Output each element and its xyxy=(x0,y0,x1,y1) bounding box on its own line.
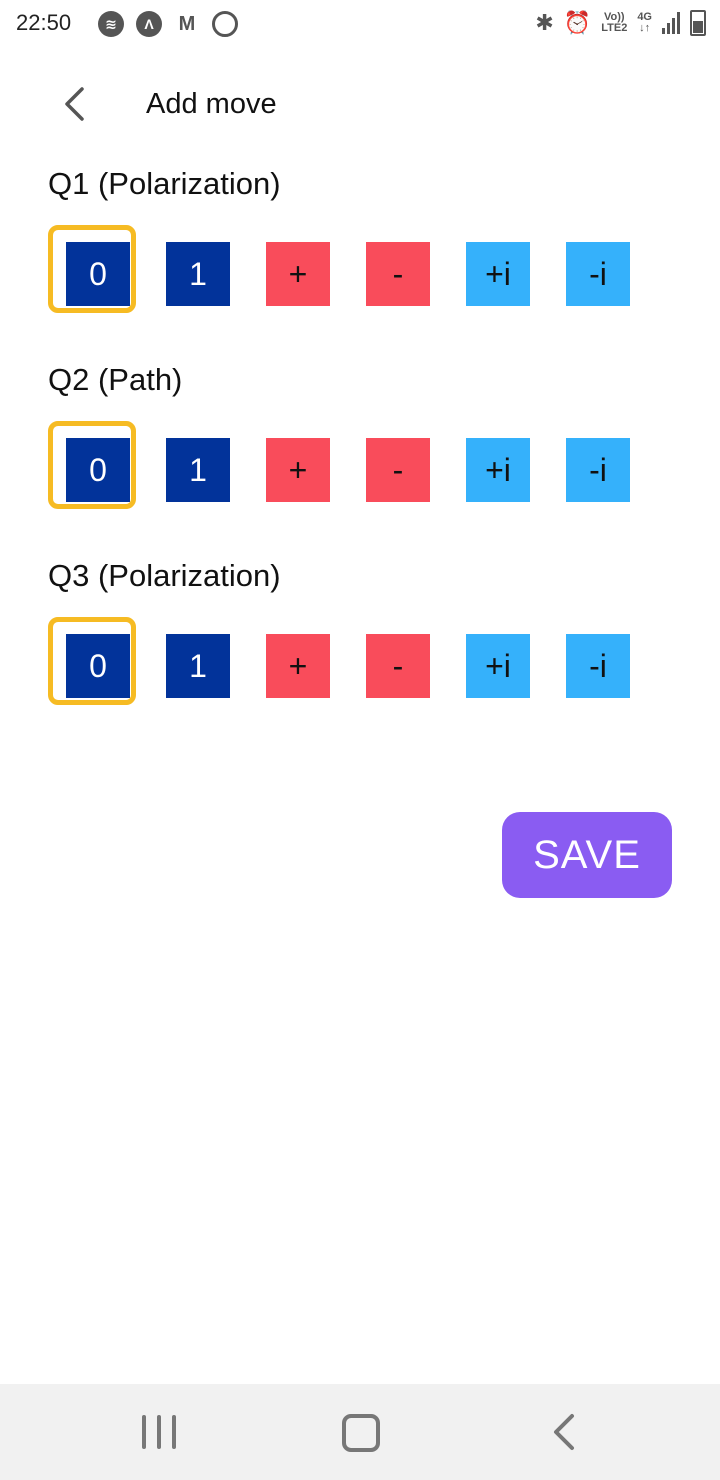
q3-option-plus[interactable]: + xyxy=(266,634,330,698)
4g-icon: 4G ↓↑ xyxy=(637,12,652,34)
q2-option-minus-i[interactable]: -i xyxy=(566,438,630,502)
volte-icon: Vo)) LTE2 xyxy=(601,12,627,34)
section-title-q1: Q1 (Polarization) xyxy=(48,166,281,201)
bluetooth-icon: ✱ xyxy=(535,10,554,35)
alarm-icon: ⏰ xyxy=(563,10,592,35)
q3-option-0[interactable]: 0 xyxy=(66,634,130,698)
q2-option-plus[interactable]: + xyxy=(266,438,330,502)
network-bottom-text: ↓↑ xyxy=(639,22,651,34)
q3-option-plus-i[interactable]: +i xyxy=(466,634,530,698)
save-button[interactable]: SAVE xyxy=(502,812,672,898)
q1-option-0[interactable]: 0 xyxy=(66,242,130,306)
q1-option-minus-i[interactable]: -i xyxy=(566,242,630,306)
spotify-icon: ≋ xyxy=(98,11,124,37)
nav-back-icon[interactable] xyxy=(546,1412,582,1452)
page-title: Add move xyxy=(146,88,277,120)
volte-bottom-text: LTE2 xyxy=(601,22,628,34)
q3-option-1[interactable]: 1 xyxy=(166,634,230,698)
status-bar: 22:50 ≋ Λ M ✱ ⏰ Vo)) LTE2 4G ↓↑ xyxy=(0,0,720,50)
status-right-icons: ✱ ⏰ Vo)) LTE2 4G ↓↑ xyxy=(535,10,706,36)
q2-option-minus[interactable]: - xyxy=(366,438,430,502)
hotspot-icon xyxy=(212,11,238,37)
arrow-app-icon: Λ xyxy=(136,11,162,37)
section-title-q3: Q3 (Polarization) xyxy=(48,558,281,593)
q2-option-0[interactable]: 0 xyxy=(66,438,130,502)
q2-option-plus-i[interactable]: +i xyxy=(466,438,530,502)
section-title-q2: Q2 (Path) xyxy=(48,362,183,397)
recents-icon[interactable] xyxy=(142,1415,176,1449)
q1-option-minus[interactable]: - xyxy=(366,242,430,306)
q1-option-plus-i[interactable]: +i xyxy=(466,242,530,306)
q3-option-minus-i[interactable]: -i xyxy=(566,634,630,698)
battery-icon xyxy=(690,10,706,36)
back-button[interactable] xyxy=(54,82,94,126)
status-time: 22:50 xyxy=(16,10,72,35)
q1-option-plus[interactable]: + xyxy=(266,242,330,306)
q2-option-1[interactable]: 1 xyxy=(166,438,230,502)
q3-option-minus[interactable]: - xyxy=(366,634,430,698)
status-left-icons: ≋ Λ M xyxy=(98,11,238,37)
gmail-icon: M xyxy=(178,12,196,35)
signal-icon xyxy=(662,12,680,34)
chevron-left-icon xyxy=(65,87,84,121)
q1-option-1[interactable]: 1 xyxy=(166,242,230,306)
home-icon[interactable] xyxy=(342,1414,380,1452)
